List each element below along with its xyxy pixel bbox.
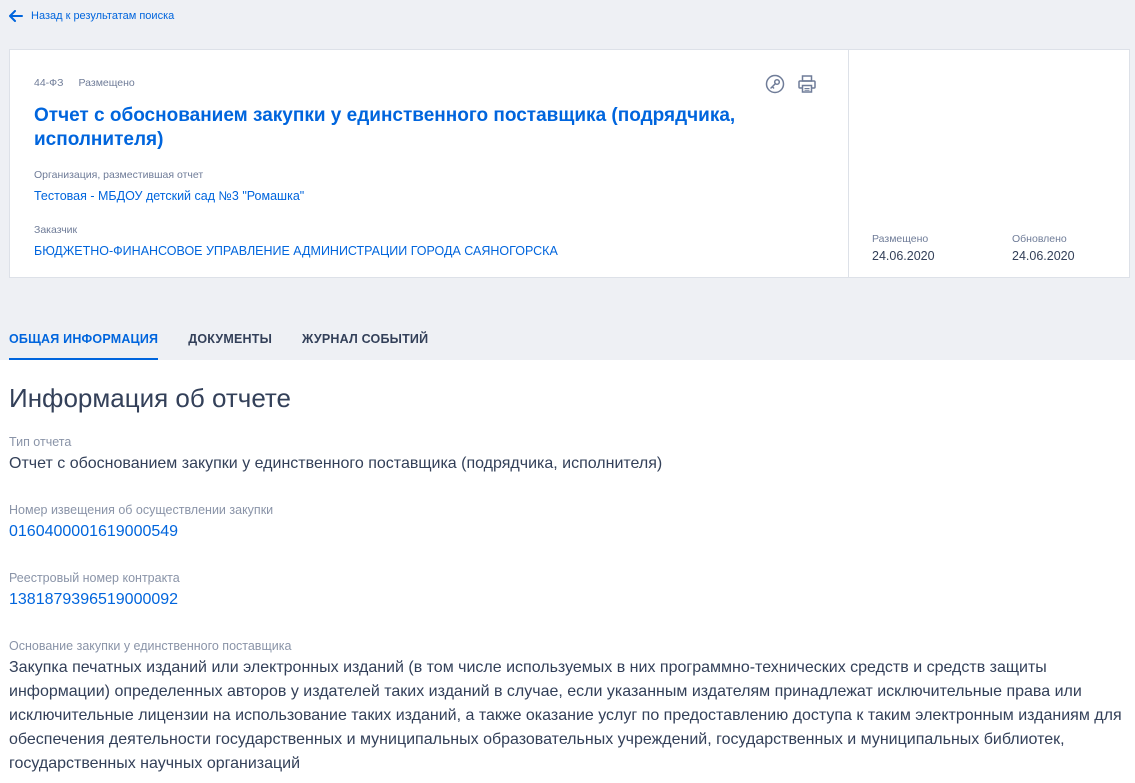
law-badge: 44-ФЗ (34, 77, 64, 89)
status-badge: Размещено (78, 77, 135, 89)
notice-number-link[interactable]: 0160400001619000549 (9, 523, 178, 541)
basis-label: Основание закупки у единственного постав… (9, 639, 292, 653)
basis-value: Закупка печатных изданий или электронных… (9, 659, 1122, 772)
back-link-label[interactable]: Назад к результатам поиска (31, 10, 174, 22)
arrow-left-icon (9, 10, 23, 22)
contract-number-link[interactable]: 1381879396519000092 (9, 591, 178, 609)
tab-general-info[interactable]: ОБЩАЯ ИНФОРМАЦИЯ (9, 323, 159, 360)
report-title[interactable]: Отчет с обоснованием закупки у единствен… (34, 104, 794, 152)
tab-bar: ОБЩАЯ ИНФОРМАЦИЯ ДОКУМЕНТЫ ЖУРНАЛ СОБЫТИ… (9, 323, 428, 360)
back-to-results-link[interactable]: Назад к результатам поиска (9, 7, 174, 25)
report-type-value: Отчет с обоснованием закупки у единствен… (9, 455, 663, 472)
customer-label: Заказчик (34, 224, 78, 236)
updated-date: 24.06.2020 (1012, 249, 1075, 263)
report-card-main: 44-ФЗ Размещено Отчет с обоснованием зак… (10, 50, 849, 277)
section-title: Информация об отчете (9, 383, 292, 413)
print-icon[interactable] (796, 73, 818, 95)
card-actions (764, 73, 818, 95)
header-area: Назад к результатам поиска 44-ФЗ Размеще… (0, 0, 1135, 360)
key-icon[interactable] (764, 73, 786, 95)
posted-label: Размещено (872, 233, 929, 245)
notice-number-label: Номер извещения об осуществлении закупки (9, 503, 274, 517)
posted-date-block: Размещено 24.06.2020 (872, 233, 935, 263)
organization-link[interactable]: Тестовая - МБДОУ детский сад №3 "Ромашка… (34, 189, 304, 203)
contract-number-label: Реестровый номер контракта (9, 571, 180, 585)
posted-date: 24.06.2020 (872, 249, 935, 263)
updated-date-block: Обновлено 24.06.2020 (1012, 233, 1075, 263)
report-type-label: Тип отчета (9, 435, 72, 449)
report-card: 44-ФЗ Размещено Отчет с обоснованием зак… (9, 49, 1130, 278)
report-meta: 44-ФЗ Размещено (34, 77, 135, 89)
updated-label: Обновлено (1012, 233, 1067, 245)
customer-link[interactable]: БЮДЖЕТНО-ФИНАНСОВОЕ УПРАВЛЕНИЕ АДМИНИСТР… (34, 244, 558, 258)
organization-label: Организация, разместившая отчет (34, 169, 204, 181)
tab-event-log[interactable]: ЖУРНАЛ СОБЫТИЙ (302, 323, 428, 360)
tab-documents[interactable]: ДОКУМЕНТЫ (188, 323, 272, 360)
